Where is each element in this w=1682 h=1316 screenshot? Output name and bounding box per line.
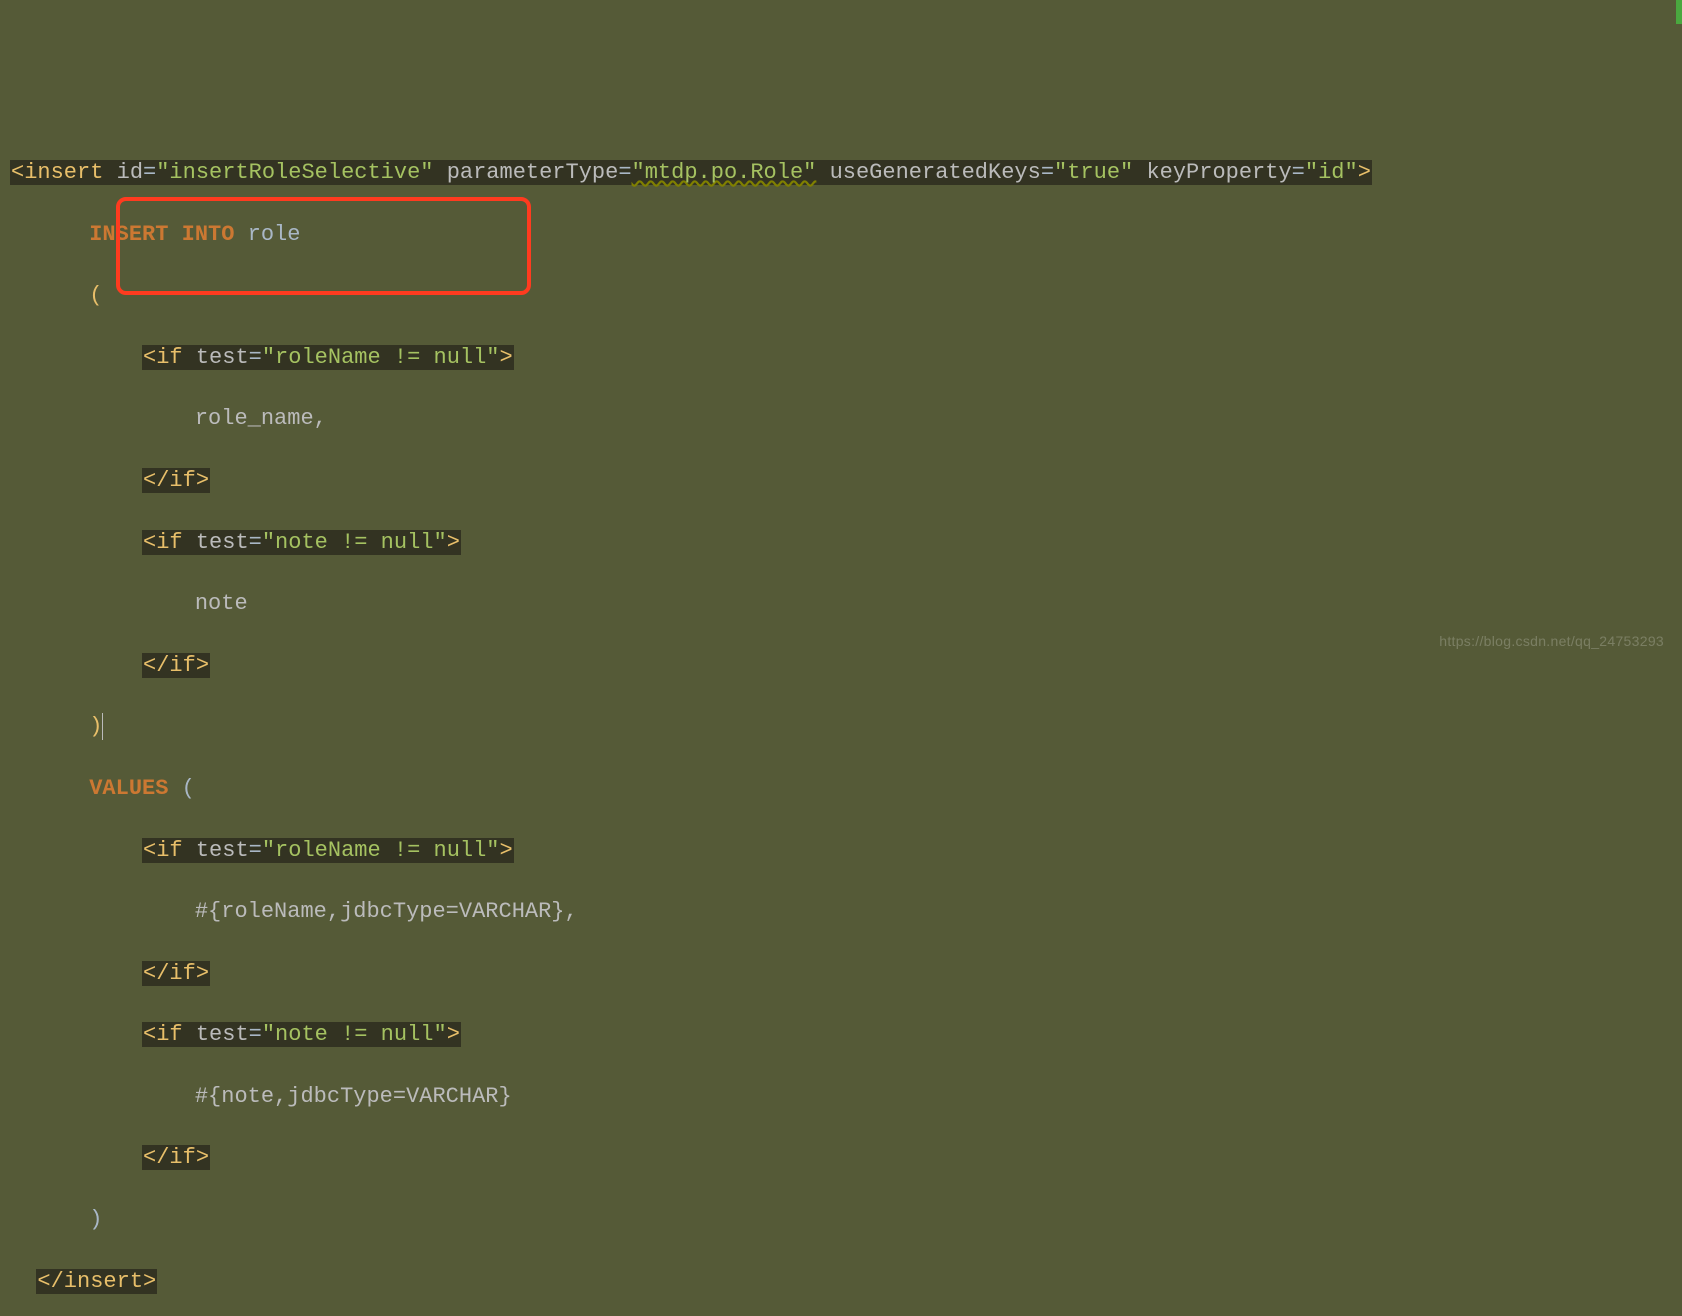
line-4: <if test="roleName != null">	[10, 343, 1672, 374]
line-5: role_name,	[10, 404, 1672, 435]
line-11: VALUES (	[10, 774, 1672, 805]
code-editor[interactable]: <insert id="insertRoleSelective" paramet…	[0, 123, 1682, 1316]
line-2: INSERT INTO role	[10, 220, 1672, 251]
line-3: (	[10, 281, 1672, 312]
corner-indicator	[1676, 0, 1682, 24]
line-16: #{note,jdbcType=VARCHAR}	[10, 1082, 1672, 1113]
watermark-text: https://blog.csdn.net/qq_24753293	[1439, 632, 1664, 652]
line-10: )	[10, 712, 1672, 743]
line-18: )	[10, 1205, 1672, 1236]
text-cursor	[102, 713, 103, 739]
line-17: </if>	[10, 1143, 1672, 1174]
line-9: </if>	[10, 651, 1672, 682]
line-7: <if test="note != null">	[10, 528, 1672, 559]
line-1: <insert id="insertRoleSelective" paramet…	[10, 158, 1672, 189]
line-13: #{roleName,jdbcType=VARCHAR},	[10, 897, 1672, 928]
line-19: </insert>	[10, 1267, 1672, 1298]
line-6: </if>	[10, 466, 1672, 497]
line-15: <if test="note != null">	[10, 1020, 1672, 1051]
line-12: <if test="roleName != null">	[10, 836, 1672, 867]
line-14: </if>	[10, 959, 1672, 990]
line-8: note	[10, 589, 1672, 620]
